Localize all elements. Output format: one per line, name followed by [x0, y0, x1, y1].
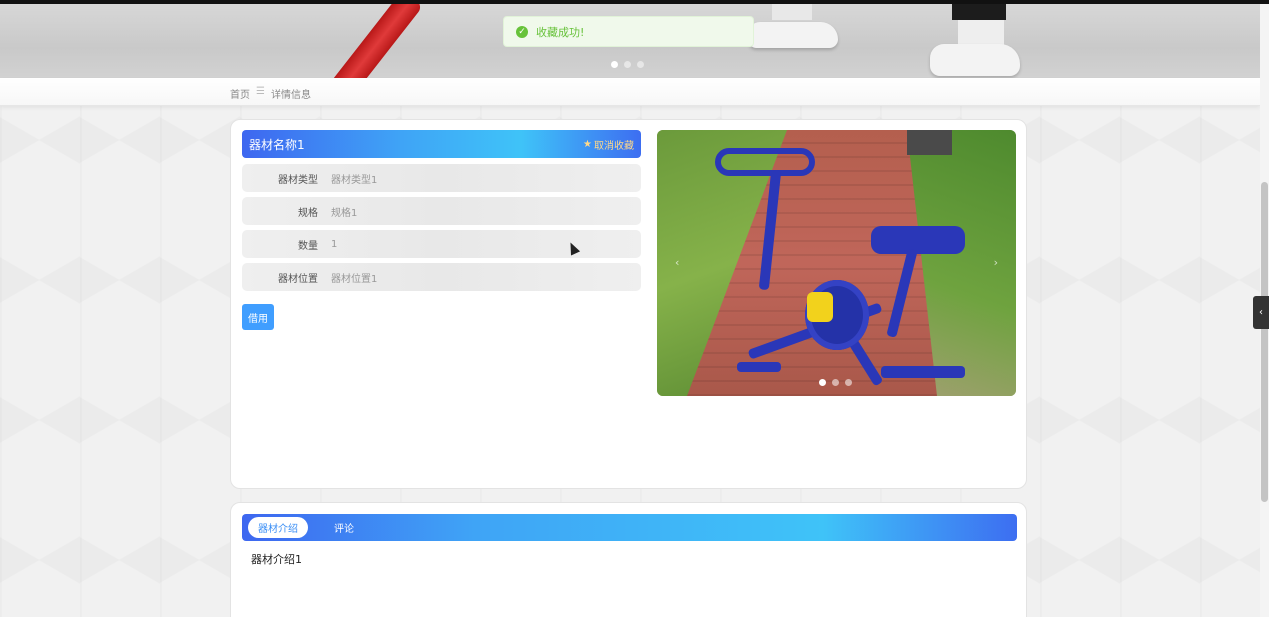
equipment-photo-carousel: ‹ ›	[657, 130, 1016, 396]
field-label: 规格	[298, 207, 318, 219]
banner-leg	[772, 4, 812, 20]
banner-shoe	[748, 22, 838, 48]
banner-sock	[958, 20, 1004, 46]
carousel-indicator[interactable]	[832, 379, 839, 386]
equipment-name: 器材名称1	[249, 137, 305, 152]
field-value: 器材类型1	[331, 174, 378, 186]
carousel-prev-icon[interactable]: ‹	[675, 256, 679, 269]
breadcrumb: 首页 ☰ 详情信息	[230, 86, 311, 101]
intro-tab-bar: 器材介绍 评论	[242, 514, 1017, 541]
field-value: 规格1	[331, 207, 358, 219]
side-toggle-button[interactable]: ‹	[1253, 296, 1269, 329]
field-value: 1	[331, 238, 338, 250]
bike-seat	[871, 226, 965, 254]
breadcrumb-current: 详情信息	[270, 90, 311, 101]
banner-shoe	[930, 44, 1020, 76]
bike-foot	[881, 366, 965, 378]
photo-bench	[907, 130, 952, 155]
carousel-indicator[interactable]	[819, 379, 826, 386]
field-row-type: 器材类型 器材类型1	[242, 164, 641, 192]
banner-leg	[952, 4, 1006, 20]
carousel-indicator[interactable]	[845, 379, 852, 386]
breadcrumb-home[interactable]: 首页	[230, 86, 250, 101]
field-row-location: 器材位置 器材位置1	[242, 263, 641, 291]
field-label: 器材位置	[278, 273, 318, 285]
banner-indicator[interactable]	[637, 61, 644, 68]
unfavorite-button[interactable]: ★ 取消收藏	[583, 137, 634, 152]
banner-indicator[interactable]	[611, 61, 618, 68]
unfavorite-label: 取消收藏	[594, 140, 634, 152]
detail-card: 器材名称1 ★ 取消收藏 器材类型 器材类型1 规格 规格1 数量 1 器材位置…	[230, 119, 1027, 489]
carousel-next-icon[interactable]: ›	[994, 256, 998, 269]
field-label: 器材类型	[278, 174, 318, 186]
breadcrumb-separator-icon: ☰	[256, 86, 265, 97]
tab-intro[interactable]: 器材介绍	[248, 517, 308, 538]
banner-indicator[interactable]	[624, 61, 631, 68]
field-value: 器材位置1	[331, 273, 378, 285]
tab-comments[interactable]: 评论	[324, 517, 364, 538]
intro-card: 器材介绍 评论 器材介绍1	[230, 502, 1027, 617]
scrollbar-thumb[interactable]	[1261, 182, 1268, 502]
field-row-spec: 规格 规格1	[242, 197, 641, 225]
success-toast: ✓ 收藏成功!	[503, 16, 754, 47]
banner-indicators	[611, 61, 644, 68]
star-icon: ★	[583, 138, 592, 150]
chevron-left-icon: ‹	[1259, 307, 1263, 318]
field-label: 数量	[298, 240, 318, 252]
check-circle-icon: ✓	[516, 25, 528, 38]
bike-foot	[737, 362, 781, 372]
detail-title-bar: 器材名称1 ★ 取消收藏	[242, 130, 641, 158]
toast-message: 收藏成功!	[536, 25, 585, 39]
carousel-indicators	[819, 379, 852, 386]
bike-knob	[807, 292, 833, 322]
banner-resistance-band	[322, 4, 424, 78]
borrow-button[interactable]: 借用	[242, 304, 274, 330]
breadcrumb-bar: 首页 ☰ 详情信息	[0, 78, 1260, 106]
intro-text: 器材介绍1	[251, 553, 302, 566]
field-row-quantity: 数量 1	[242, 230, 641, 258]
bike-handlebar	[715, 148, 815, 176]
